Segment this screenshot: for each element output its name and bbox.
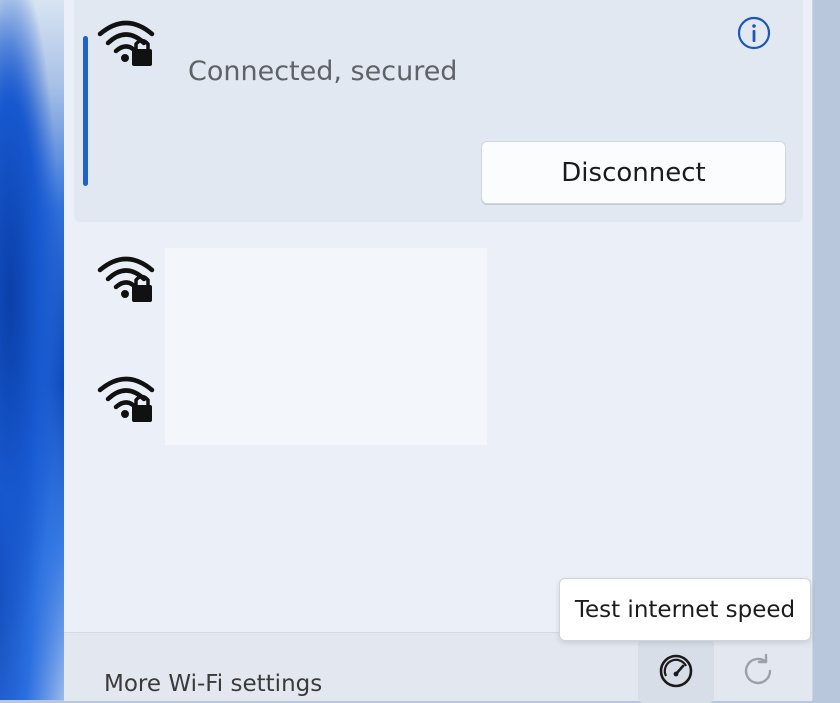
wifi-secured-icon — [97, 256, 155, 302]
speedometer-icon — [659, 654, 693, 688]
disconnect-button[interactable]: Disconnect — [481, 141, 786, 204]
desktop-wallpaper — [0, 0, 70, 700]
refresh-button[interactable] — [724, 639, 792, 703]
properties-button[interactable] — [736, 15, 772, 51]
redacted-network-names — [165, 248, 487, 445]
test-speed-button[interactable] — [638, 639, 714, 703]
info-icon — [737, 16, 771, 50]
wifi-secured-icon — [97, 20, 155, 66]
selection-accent-bar — [83, 36, 88, 186]
wifi-secured-icon — [97, 376, 155, 422]
connection-status: Connected, secured — [188, 56, 458, 87]
connected-network-card[interactable]: Connected, secured Disconnect — [74, 0, 803, 222]
test-speed-tooltip: Test internet speed — [559, 578, 811, 641]
refresh-icon — [744, 653, 772, 685]
more-wifi-settings-link[interactable]: More Wi-Fi settings — [104, 671, 322, 697]
flyout-footer: More Wi-Fi settings — [64, 632, 812, 703]
